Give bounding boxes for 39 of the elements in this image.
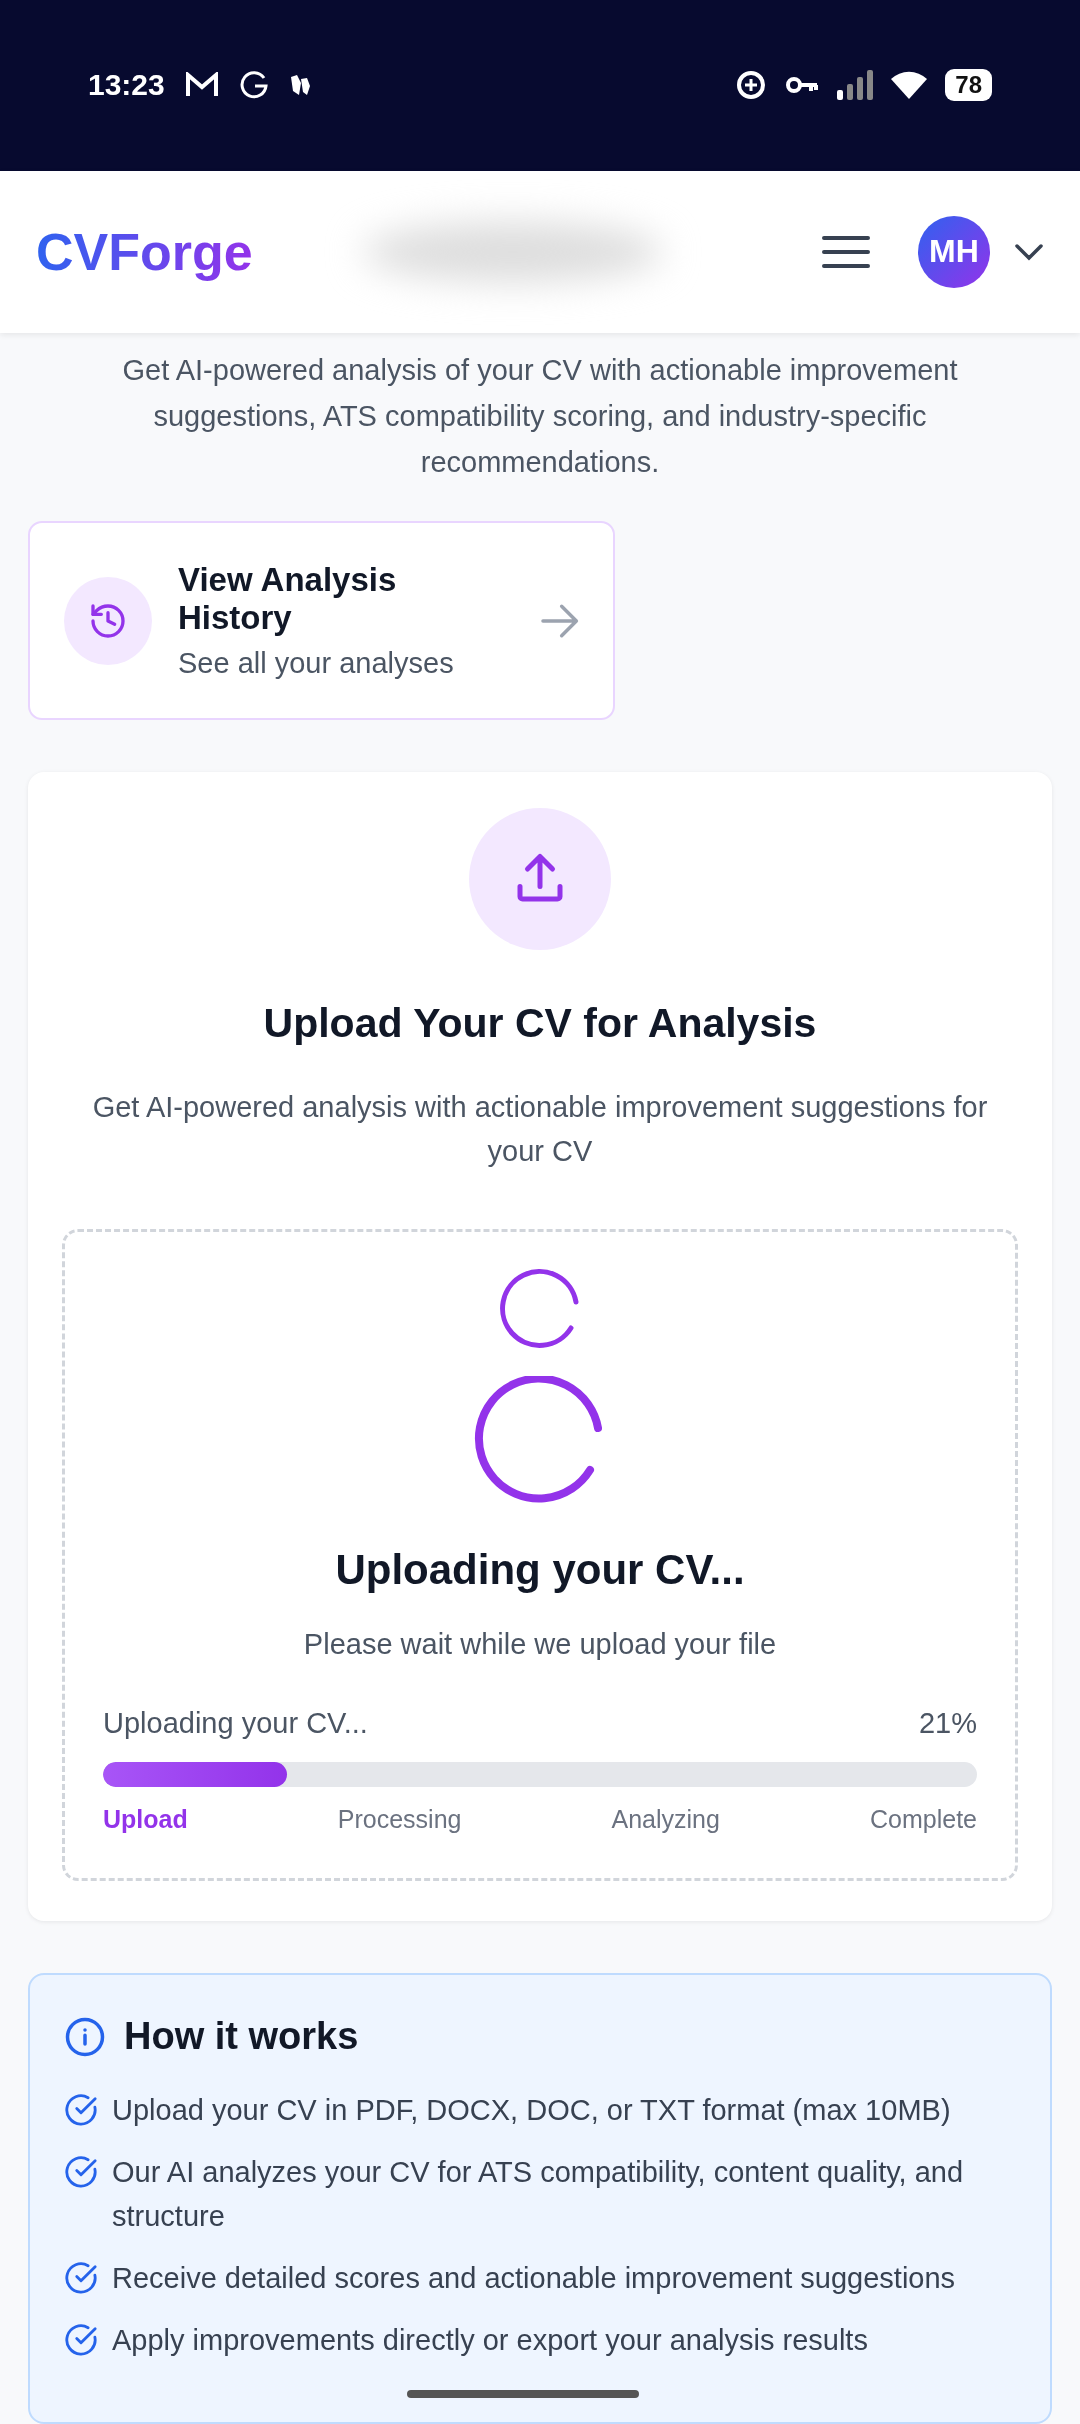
upload-title: Upload Your CV for Analysis xyxy=(263,1000,817,1047)
info-icon xyxy=(64,2015,106,2058)
info-title: How it works xyxy=(124,2015,359,2058)
check-circle-icon xyxy=(64,2093,98,2127)
progress-step: Upload xyxy=(103,1805,188,1834)
check-circle-icon xyxy=(64,2323,98,2357)
info-item: Receive detailed scores and actionable improvement suggestions xyxy=(112,2261,956,2296)
notification-icon xyxy=(288,73,311,98)
drop-zone[interactable]: Uploading your CV... Please wait while we upload your file Uploading your CV... 21% Upload Processing Analyzing Complete xyxy=(62,1229,1018,1881)
check-circle-icon xyxy=(64,2155,98,2189)
progress-step: Complete xyxy=(870,1805,977,1834)
signal-icon xyxy=(837,70,874,101)
spinner-icon xyxy=(499,1268,581,1350)
status-title: Uploading your CV... xyxy=(335,1546,745,1594)
user-avatar[interactable]: MH xyxy=(918,216,990,288)
history-card[interactable]: View Analysis History See all your analyses xyxy=(28,521,615,720)
battery-indicator: 78 xyxy=(945,69,992,102)
history-title: View Analysis History xyxy=(178,561,398,637)
wifi-icon xyxy=(891,71,928,100)
history-subtitle: See all your analyses xyxy=(178,647,455,680)
status-text: Please wait while we upload your file xyxy=(303,1628,777,1661)
progress-percent: 21% xyxy=(918,1707,977,1740)
progress-step: Analyzing xyxy=(611,1805,720,1834)
key-icon xyxy=(785,75,820,96)
arrow-right-icon xyxy=(539,602,579,639)
g-letter-icon xyxy=(238,70,269,101)
progress-step: Processing xyxy=(337,1805,462,1834)
info-item: Our AI analyzes your CV for ATS compatibility, content quality, and structure xyxy=(112,2155,965,2234)
check-circle-icon xyxy=(64,2261,98,2295)
info-item: Apply improvements directly or export your analysis results xyxy=(112,2323,868,2358)
info-item: Upload your CV in PDF, DOCX, DOC, or TXT format (max 10MB) xyxy=(112,2093,951,2128)
progress-label: Uploading your CV... xyxy=(103,1707,368,1740)
data-saver-icon xyxy=(735,69,768,102)
intro-text: Get AI-powered analysis of your CV with actionable improvement suggestions, ATS compatibility scoring, and industry-specific recommendations. xyxy=(121,353,959,480)
chevron-down-icon[interactable] xyxy=(1014,243,1044,261)
upload-description: Get AI-powered analysis with actionable improvement suggestions for your CV xyxy=(91,1090,989,1169)
menu-icon[interactable] xyxy=(822,235,870,269)
mail-icon xyxy=(184,72,219,99)
status-time: 13:23 xyxy=(88,68,165,103)
